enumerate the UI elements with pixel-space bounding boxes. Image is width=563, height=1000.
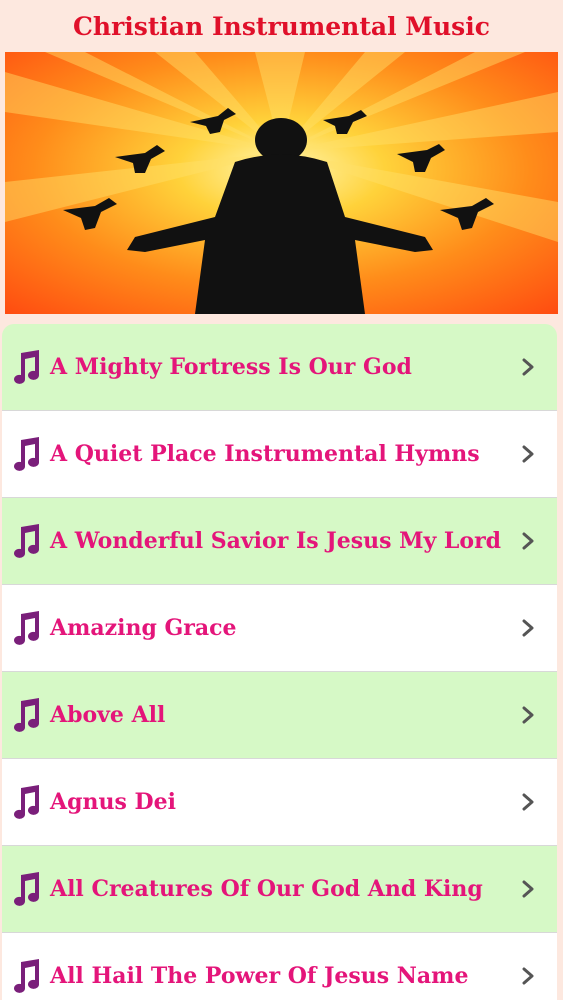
song-title: Agnus Dei <box>50 789 176 815</box>
song-title: A Wonderful Savior Is Jesus My Lord <box>50 528 502 554</box>
list-item[interactable]: Amazing Grace <box>2 585 557 672</box>
chevron-right-icon <box>521 880 535 898</box>
song-title: Amazing Grace <box>50 615 237 641</box>
list-item[interactable]: A Wonderful Savior Is Jesus My Lord <box>2 498 557 585</box>
app-header: Christian Instrumental Music <box>0 0 563 52</box>
music-note-icon <box>10 521 44 561</box>
music-note-icon <box>10 869 44 909</box>
list-item[interactable]: Above All <box>2 672 557 759</box>
music-note-icon <box>10 695 44 735</box>
list-item[interactable]: A Quiet Place Instrumental Hymns <box>2 411 557 498</box>
worship-silhouette-doves-image <box>5 52 558 314</box>
music-note-icon <box>10 956 44 996</box>
song-title: All Hail The Power Of Jesus Name <box>50 963 469 989</box>
music-note-icon <box>10 347 44 387</box>
list-item[interactable]: All Creatures Of Our God And King <box>2 846 557 933</box>
song-title: All Creatures Of Our God And King <box>50 876 483 902</box>
app-title: Christian Instrumental Music <box>73 11 490 41</box>
list-item[interactable]: A Mighty Fortress Is Our God <box>2 324 557 411</box>
header-banner-image <box>5 52 558 314</box>
song-list: A Mighty Fortress Is Our God A Quiet Plac… <box>2 324 557 1000</box>
chevron-right-icon <box>521 445 535 463</box>
music-note-icon <box>10 434 44 474</box>
chevron-right-icon <box>521 967 535 985</box>
song-title: A Quiet Place Instrumental Hymns <box>50 441 480 467</box>
list-item[interactable]: Agnus Dei <box>2 759 557 846</box>
chevron-right-icon <box>521 619 535 637</box>
chevron-right-icon <box>521 793 535 811</box>
chevron-right-icon <box>521 532 535 550</box>
list-item[interactable]: All Hail The Power Of Jesus Name <box>2 933 557 1000</box>
chevron-right-icon <box>521 706 535 724</box>
music-note-icon <box>10 608 44 648</box>
chevron-right-icon <box>521 358 535 376</box>
song-title: Above All <box>50 702 166 728</box>
music-note-icon <box>10 782 44 822</box>
song-title: A Mighty Fortress Is Our God <box>50 354 412 380</box>
